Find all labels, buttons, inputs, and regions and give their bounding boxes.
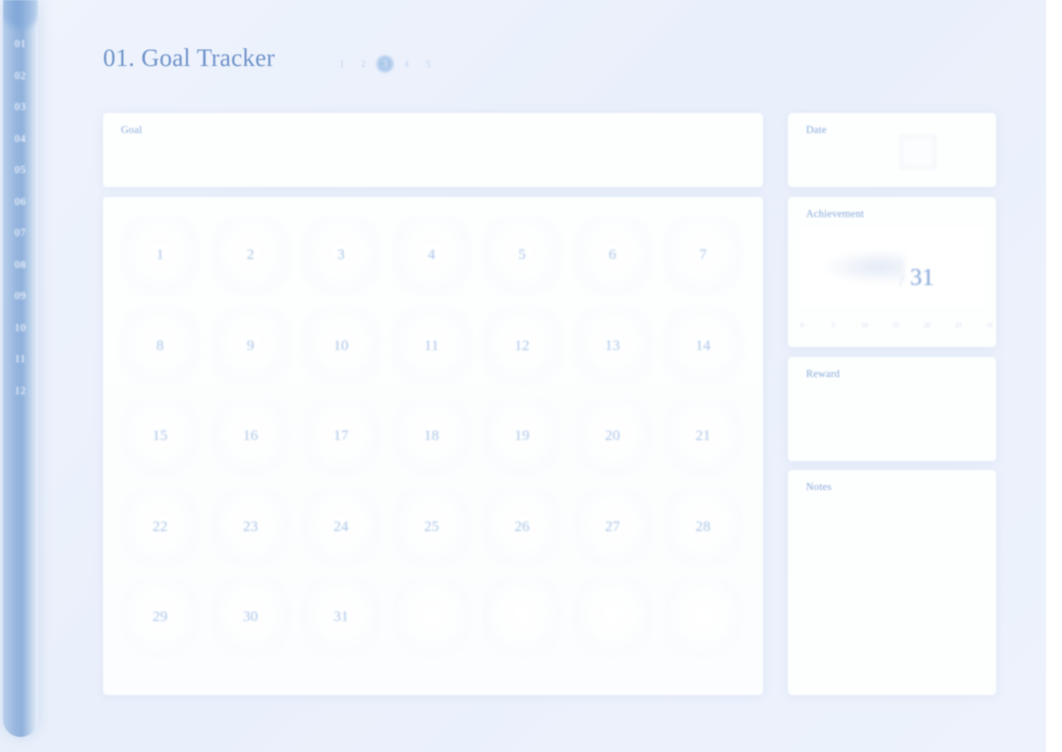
calendar-day-number-6: 6	[608, 247, 617, 263]
achievement-scale-tick-25: 25	[955, 322, 962, 329]
calendar-day-number-1: 1	[156, 247, 164, 263]
calendar-day-number-17: 17	[333, 428, 349, 444]
calendar-day-number-11: 11	[424, 337, 439, 354]
calendar-day-number-16: 16	[243, 428, 258, 444]
sidebar-item-month-01[interactable]: 01	[3, 39, 38, 50]
calendar-empty-cell	[392, 579, 471, 657]
date-card[interactable]: Date	[788, 113, 996, 187]
calendar-day-number-18: 18	[424, 428, 439, 444]
calendar-day-number-12: 12	[514, 337, 530, 354]
sidebar-item-month-05[interactable]: 05	[3, 165, 38, 176]
achievement-scale-tick-10: 10	[861, 322, 868, 329]
pagination-page-2[interactable]: 2	[355, 55, 373, 73]
calendar-day-number-20: 20	[605, 428, 620, 444]
date-input[interactable]	[900, 135, 936, 169]
achievement-count-input[interactable]	[820, 249, 905, 285]
calendar-day-number-7: 7	[699, 247, 707, 263]
calendar-day-number-5: 5	[518, 247, 526, 263]
calendar-day-number-13: 13	[605, 337, 620, 354]
pagination-page-4[interactable]: 4	[398, 55, 416, 73]
achievement-separator: /	[899, 271, 905, 292]
notes-label: Notes	[806, 482, 832, 493]
goal-label: Goal	[121, 125, 143, 136]
calendar-day-number-2: 2	[246, 247, 255, 263]
achievement-total: 31	[910, 265, 934, 291]
calendar-day-number-15: 15	[152, 428, 168, 444]
achievement-scale-tick-0: 0	[800, 322, 804, 329]
achievement-scale-tick-5: 5	[831, 322, 835, 329]
achievement-card[interactable]: Achievement / 31 0 5 10 15 20 25 31	[788, 197, 996, 347]
calendar-empty-cell	[573, 579, 652, 657]
calendar-day-number-26: 26	[514, 518, 530, 535]
calendar-empty-cell	[664, 579, 742, 657]
calendar-day-number-25: 25	[424, 518, 439, 535]
achievement-scale: 0 5 10 15 20 25 31	[794, 322, 993, 336]
sidebar-item-month-09[interactable]: 09	[3, 291, 38, 302]
calendar-day-number-23: 23	[243, 518, 258, 535]
calendar-day-number-4: 4	[427, 247, 436, 263]
page-pagination[interactable]: 12345	[333, 55, 453, 75]
notes-card[interactable]: Notes	[788, 470, 996, 695]
page-canvas: 01 02 03 04 05 06 07 08 09 10 11 12 01. Goal Tracke…	[0, 0, 1046, 752]
goal-card[interactable]: Goal	[103, 113, 763, 187]
calendar-day-number-29: 29	[152, 609, 168, 625]
calendar-day-number-31: 31	[333, 609, 349, 625]
calendar-day-number-27: 27	[605, 518, 620, 535]
reward-label: Reward	[806, 369, 840, 380]
achievement-value-area: / 31	[800, 227, 984, 307]
sidebar-item-month-02[interactable]: 02	[3, 71, 38, 82]
calendar-day-number-24: 24	[333, 518, 349, 535]
sidebar-item-month-07[interactable]: 07	[3, 228, 38, 239]
achievement-scale-tick-15: 15	[892, 322, 900, 329]
calendar-day-number-3: 3	[337, 247, 345, 263]
sidebar-item-month-03[interactable]: 03	[3, 102, 38, 113]
month-sidebar[interactable]: 01 02 03 04 05 06 07 08 09 10 11 12	[3, 0, 38, 737]
sidebar-item-month-04[interactable]: 04	[3, 134, 38, 145]
pagination-page-5[interactable]: 5	[419, 55, 437, 73]
calendar-day-number-14: 14	[695, 337, 711, 354]
calendar-day-number-30: 30	[243, 609, 258, 625]
achievement-scale-tick-20: 20	[923, 322, 931, 329]
achievement-label: Achievement	[806, 209, 865, 220]
calendar-day-number-22: 22	[152, 518, 168, 535]
sidebar-item-month-12[interactable]: 12	[3, 386, 38, 397]
calendar-grid[interactable]: 1 2 3 4 5 6 7 8 9 10 11 12 13 14 15 16 17 18 19 20 21 22 23 24 2…	[117, 215, 749, 677]
pagination-page-3[interactable]: 3	[376, 55, 394, 73]
sidebar-active-tab-highlight	[3, 0, 38, 28]
sidebar-item-month-10[interactable]: 10	[3, 323, 38, 334]
calendar-empty-cell	[483, 579, 561, 657]
calendar-day-number-8: 8	[156, 337, 164, 354]
reward-card[interactable]: Reward	[788, 357, 996, 461]
date-label: Date	[806, 125, 827, 136]
calendar-day-number-19: 19	[514, 428, 530, 444]
calendar-card[interactable]: 1 2 3 4 5 6 7 8 9 10 11 12 13 14 15 16 17 18 19 20 21 22 23 24 2…	[103, 197, 763, 695]
calendar-day-number-9: 9	[246, 337, 255, 354]
calendar-day-number-28: 28	[695, 518, 711, 535]
sidebar-item-month-11[interactable]: 11	[3, 354, 38, 365]
calendar-day-number-21: 21	[695, 428, 711, 444]
pagination-page-1[interactable]: 1	[333, 55, 351, 73]
calendar-day-number-10: 10	[333, 337, 349, 354]
achievement-scale-tick-31: 31	[986, 322, 994, 329]
sidebar-item-month-06[interactable]: 06	[3, 197, 38, 208]
page-title: 01. Goal Tracker	[103, 45, 275, 72]
sidebar-item-month-08[interactable]: 08	[3, 260, 38, 271]
